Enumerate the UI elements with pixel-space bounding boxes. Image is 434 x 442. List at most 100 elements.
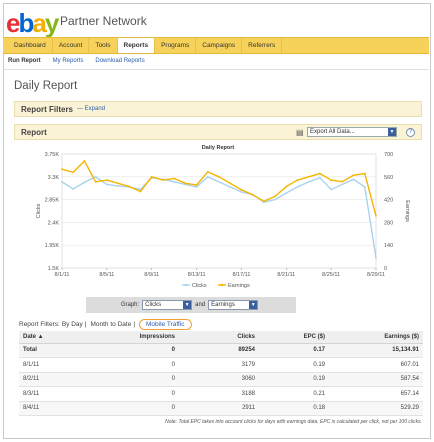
row-epc: 0.21	[259, 386, 329, 402]
row-date: 8/2/11	[19, 372, 99, 387]
data-point-earnings	[206, 171, 209, 173]
report-title: Report	[21, 127, 47, 137]
nav-programs[interactable]: Programs	[155, 38, 197, 53]
data-point-earnings	[240, 188, 243, 191]
data-point-clicks	[195, 186, 198, 188]
data-point-clicks	[61, 180, 63, 183]
row-earnings: 587.54	[329, 372, 423, 387]
data-point-clicks	[296, 186, 299, 188]
data-point-earnings	[319, 172, 321, 175]
y2-tick-label: 280	[384, 220, 393, 226]
export-control: ▤ Export All Data... ▼	[296, 127, 397, 137]
nav-account[interactable]: Account	[53, 38, 90, 53]
nav-tools[interactable]: Tools	[89, 38, 118, 53]
subnav-download-reports[interactable]: Download Reports	[95, 58, 144, 64]
filter-mobile-traffic[interactable]: Mobile Traffic	[139, 319, 192, 330]
data-point-clicks	[274, 198, 276, 201]
partner-network-label: Partner Network	[60, 14, 147, 28]
filter-month-to-date[interactable]: Month to Date	[90, 321, 131, 328]
chevron-down-icon: ▼	[183, 301, 192, 309]
left-metric-select[interactable]: Clicks ▼	[142, 300, 193, 310]
chart-title: Daily Report	[201, 145, 235, 151]
legend-label: Clicks	[192, 283, 207, 289]
y-tick-label: 3.3K	[48, 175, 60, 181]
col-date[interactable]: Date ▲	[19, 331, 99, 344]
data-point-clicks	[352, 178, 355, 181]
data-point-clicks	[94, 175, 97, 178]
ebay-logo[interactable]: ebay	[6, 6, 60, 38]
logo-letter-a: a	[32, 8, 47, 38]
nav-dashboard[interactable]: Dashboard	[8, 38, 53, 53]
data-point-earnings	[94, 180, 97, 183]
y2-tick-label: 700	[384, 152, 393, 158]
expand-link[interactable]: — Expand	[77, 106, 105, 112]
nav-referrers[interactable]: Referrers	[242, 38, 283, 53]
report-filters-title: Report Filters	[21, 104, 74, 114]
right-metric-select[interactable]: Earnings ▼	[208, 300, 259, 310]
report-filters-panel: Report Filters — Expand	[14, 101, 422, 117]
row-epc: 0.19	[259, 357, 329, 373]
row-impressions: 0	[99, 401, 179, 416]
sub-nav: Run Report My Reports Download Reports	[8, 58, 157, 64]
data-point-earnings	[296, 179, 299, 181]
data-point-earnings	[117, 182, 119, 185]
nav-campaigns[interactable]: Campaigns	[196, 38, 243, 53]
total-earnings: 15,134.91	[329, 343, 423, 358]
logo-letter-y: y	[44, 8, 60, 38]
col-earnings[interactable]: Earnings ($)	[329, 331, 423, 344]
header-divider	[3, 69, 429, 70]
y-tick-label: 1.95K	[45, 243, 60, 249]
row-clicks: 3179	[179, 357, 259, 373]
table-header-row: Date ▲ Impressions Clicks EPC ($) Earnin…	[19, 331, 423, 344]
data-point-clicks	[330, 188, 333, 191]
row-clicks: 3060	[179, 372, 259, 387]
logo-letter-e: e	[6, 8, 21, 38]
data-point-clicks	[375, 256, 377, 259]
data-point-earnings	[184, 182, 187, 185]
row-earnings: 529.29	[329, 401, 423, 416]
data-point-earnings	[72, 171, 75, 174]
y-axis-label: Clicks	[36, 203, 42, 218]
data-point-clicks	[105, 183, 108, 186]
legend-marker	[220, 283, 224, 287]
y-tick-label: 2.85K	[45, 198, 60, 204]
data-point-earnings	[307, 175, 310, 178]
report-table: Date ▲ Impressions Clicks EPC ($) Earnin…	[19, 331, 423, 416]
data-point-clicks	[83, 181, 86, 184]
data-point-earnings	[173, 177, 176, 180]
page-title: Daily Report	[14, 80, 78, 92]
data-point-clicks	[363, 186, 366, 188]
report-filter-links: Report Filters: By Day | Month to Date |…	[19, 319, 192, 330]
export-icon[interactable]: ▤	[296, 128, 305, 137]
export-dropdown-value: Export All Data...	[310, 129, 355, 135]
epc-note: Note: Total EPC takes into account click…	[165, 419, 422, 425]
logo-letter-b: b	[18, 8, 34, 38]
export-dropdown[interactable]: Export All Data... ▼	[307, 127, 397, 137]
y2-tick-label: 420	[384, 198, 393, 204]
subnav-run-report[interactable]: Run Report	[8, 58, 41, 64]
data-point-earnings	[128, 185, 131, 188]
data-point-clicks	[307, 180, 310, 183]
main-nav: Dashboard Account Tools Reports Programs…	[3, 37, 429, 54]
col-clicks[interactable]: Clicks	[179, 331, 259, 344]
row-date: 8/3/11	[19, 386, 99, 402]
data-point-earnings	[262, 200, 265, 203]
subnav-my-reports[interactable]: My Reports	[53, 58, 84, 64]
data-point-earnings	[330, 179, 333, 181]
data-point-earnings	[274, 195, 276, 198]
row-earnings: 657.14	[329, 386, 423, 402]
legend-marker	[184, 283, 188, 287]
data-point-earnings	[352, 174, 355, 177]
data-point-clicks	[285, 192, 288, 194]
nav-reports[interactable]: Reports	[117, 37, 156, 53]
help-icon[interactable]: ?	[406, 128, 415, 137]
legend-label: Earnings	[228, 283, 250, 289]
separator: |	[133, 321, 136, 328]
total-epc: 0.17	[259, 343, 329, 358]
data-point-clicks	[341, 183, 344, 186]
col-impressions[interactable]: Impressions	[99, 331, 179, 344]
col-epc[interactable]: EPC ($)	[259, 331, 329, 344]
x-tick-label: 8/5/11	[99, 272, 114, 278]
filter-by-day[interactable]: By Day	[62, 321, 83, 328]
y-tick-label: 2.4K	[48, 220, 60, 226]
